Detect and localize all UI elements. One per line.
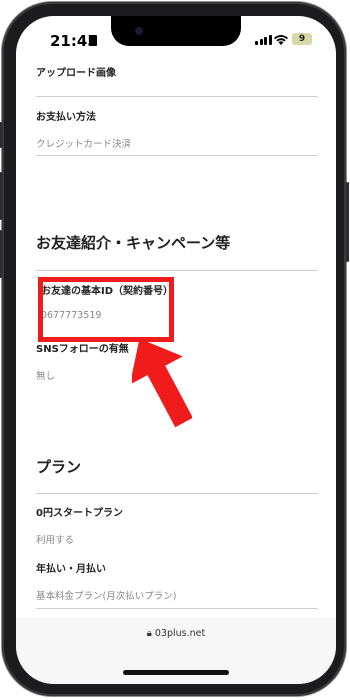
lock-icon: 🔒︎ — [146, 628, 152, 639]
zero-yen-plan-value[interactable]: 利用する — [36, 532, 74, 546]
phone-frame: 21:45 9 アップロード画像 お支払い方法 クレジットカード決済 お友達紹介… — [0, 2, 349, 696]
zero-yen-plan-label: 0円スタートプラン — [36, 508, 123, 519]
url-text: 03plus.net — [154, 628, 206, 639]
upload-image-label: アップロード画像 — [36, 68, 116, 79]
volume-up-button — [0, 172, 2, 220]
status-bar: 21:45 9 — [16, 32, 336, 56]
divider — [36, 96, 318, 97]
divider — [36, 155, 318, 156]
home-indicator[interactable] — [123, 670, 229, 675]
payment-method-label: お支払い方法 — [36, 112, 96, 123]
address-bar[interactable]: 🔒︎ 03plus.net — [16, 628, 336, 639]
battery-icon: 9 — [292, 33, 312, 45]
power-button — [346, 182, 349, 262]
divider — [36, 270, 318, 271]
mute-switch — [0, 122, 2, 148]
divider — [36, 608, 318, 609]
browser-bar: 🔒︎ 03plus.net — [16, 618, 336, 684]
wifi-icon — [274, 35, 288, 45]
volume-down-button — [0, 230, 2, 278]
sns-follow-value[interactable]: 無し — [36, 368, 55, 382]
plan-section-heading: プラン — [36, 458, 82, 476]
billing-cycle-value[interactable]: 基本料金プラン(月次払いプラン) — [36, 588, 176, 602]
billing-cycle-label: 年払い・月払い — [36, 564, 106, 575]
divider — [36, 493, 318, 494]
sns-follow-label: SNSフォローの有無 — [36, 344, 129, 355]
red-arrow-icon — [132, 338, 192, 428]
screen: 21:45 9 アップロード画像 お支払い方法 クレジットカード決済 お友達紹介… — [16, 16, 336, 684]
cellular-signal-icon — [255, 35, 272, 45]
orientation-lock-icon — [89, 35, 97, 46]
campaign-section-heading: お友達紹介・キャンペーン等 — [36, 234, 231, 252]
payment-method-value[interactable]: クレジットカード決済 — [36, 136, 131, 150]
